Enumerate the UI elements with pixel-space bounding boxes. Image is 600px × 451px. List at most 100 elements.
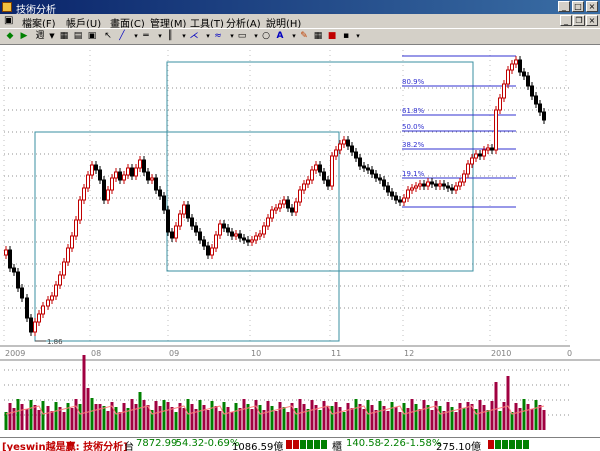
period-dropdown-icon[interactable]: ▼ (46, 31, 58, 42)
candle-body (222, 223, 226, 229)
candle-body (54, 284, 58, 297)
volume-bar (498, 411, 502, 430)
text-tool-icon[interactable]: A (274, 31, 286, 42)
candle-body (314, 164, 318, 171)
back-arrow-icon[interactable]: ◆ (4, 31, 16, 42)
volume-bar (16, 399, 20, 430)
volume-bar (482, 405, 486, 430)
child-close-button[interactable]: × (586, 15, 598, 26)
candle-body (370, 169, 374, 175)
save-icon[interactable]: ▪ (340, 31, 352, 42)
candle-body (90, 164, 94, 176)
candle-body (16, 271, 20, 289)
candle-body (254, 235, 258, 241)
circle-tool-icon[interactable]: ○ (260, 31, 272, 42)
fib-label: 38.2% (402, 141, 425, 149)
volume-bar (402, 403, 406, 430)
index2-volume: 275.10億 (436, 442, 481, 451)
volume-bar (198, 400, 202, 430)
volume-bar (50, 411, 54, 430)
candle-body (70, 235, 74, 249)
candle-body (122, 174, 126, 181)
candle-body (442, 183, 446, 187)
eraser-icon[interactable]: ✎ (298, 31, 310, 42)
maximize-button[interactable]: □ (572, 1, 584, 12)
vline-tool-icon[interactable]: ║ (164, 31, 176, 42)
candle-body (154, 177, 158, 191)
candle-body (526, 75, 530, 87)
volume-bar (234, 403, 238, 430)
window-icon[interactable]: ▣ (86, 31, 98, 42)
candle-body (438, 183, 442, 187)
volume-bar (466, 402, 470, 430)
grid-icon[interactable]: ▤ (72, 31, 84, 42)
volume-bar (166, 402, 170, 430)
volume-bar (202, 405, 206, 430)
toolbar: ◆ ▶ 週 ▼ ▦ ▤ ▣ ↖ ╱ ▾ ═ ▾ ║ ▾ ⋌ ▾ ≈ ▾ ▭ ▾ … (0, 28, 600, 45)
volume-bar (350, 408, 354, 430)
cursor-icon[interactable]: ↖ (102, 31, 114, 42)
child-minimize-button[interactable]: _ (560, 15, 572, 26)
candle-body (502, 83, 506, 99)
volume-bar (62, 412, 66, 430)
fan-tool-icon[interactable]: ⋌ (188, 31, 200, 42)
candle-body (434, 183, 438, 187)
candle-body (218, 223, 222, 236)
volume-bar (326, 406, 330, 430)
volume-bar (20, 404, 24, 430)
candle-body (474, 153, 478, 159)
price-chart[interactable]: 2009 08 09 10 11 12 2010 0 80.9% 61.8% 50.0% 38.2% 1… (0, 45, 600, 437)
app-icon (2, 2, 12, 12)
candle-body (250, 239, 254, 243)
index1-bar-icon (286, 440, 327, 449)
wave-tool-icon[interactable]: ≈ (212, 31, 224, 42)
volume-bar (86, 388, 90, 430)
candle-body (498, 97, 502, 111)
volume-bar (342, 412, 346, 430)
close-button[interactable]: × (586, 1, 598, 12)
save-dropdown-icon[interactable]: ▾ (352, 31, 364, 42)
volume-bar (162, 400, 166, 430)
child-restore-button[interactable]: ❐ (573, 15, 585, 26)
candle-body (518, 59, 522, 73)
index2-change: -2.26 (380, 438, 406, 449)
volume-bar (358, 404, 362, 430)
menu-app-icon[interactable]: ▣ (4, 15, 13, 26)
status-bar: [yeswin越是贏: 技術分析] 台 7872.99 -54.32 -0.69… (0, 437, 600, 451)
index2-name: 櫃 (332, 442, 342, 451)
title-bar: 技術分析 _ □ × (0, 0, 600, 16)
candle-body (454, 185, 458, 191)
minimize-button[interactable]: _ (558, 1, 570, 12)
chart-type-icon[interactable]: ▦ (58, 31, 70, 42)
volume-bar (534, 400, 538, 430)
volume-bar (322, 401, 326, 430)
color-red-icon[interactable]: ■ (326, 31, 338, 42)
color-palette-icon[interactable]: ▦ (312, 31, 324, 42)
x-tick-label: 09 (169, 349, 179, 358)
volume-bar (122, 403, 126, 430)
candle-body (334, 149, 338, 157)
candle-body (338, 143, 342, 151)
candle-body (270, 209, 274, 219)
volume-bar (366, 400, 370, 430)
volume-bar (206, 410, 210, 430)
volume-bar (542, 410, 546, 430)
volume-bar (530, 409, 534, 430)
rectangle-tool-icon[interactable]: ▭ (236, 31, 248, 42)
volume-bar (410, 399, 414, 430)
candle-body (162, 195, 166, 211)
volume-bar (378, 401, 382, 430)
candle-body (150, 177, 154, 181)
volume-bar (386, 411, 390, 430)
line-tool-icon[interactable]: ╱ (116, 31, 128, 42)
hline-tool-icon[interactable]: ═ (140, 31, 152, 42)
candle-body (394, 195, 398, 201)
volume-bar (214, 406, 218, 430)
forward-arrow-icon[interactable]: ▶ (18, 31, 30, 42)
volume-bar (354, 399, 358, 430)
volume-bar (118, 412, 122, 430)
volume-bar (226, 407, 230, 430)
chart-area[interactable]: 2009 08 09 10 11 12 2010 0 80.9% 61.8% 50.0% 38.2% 1… (0, 45, 600, 437)
index1-change: -54.32 (172, 438, 205, 449)
volume-bar (41, 401, 45, 430)
